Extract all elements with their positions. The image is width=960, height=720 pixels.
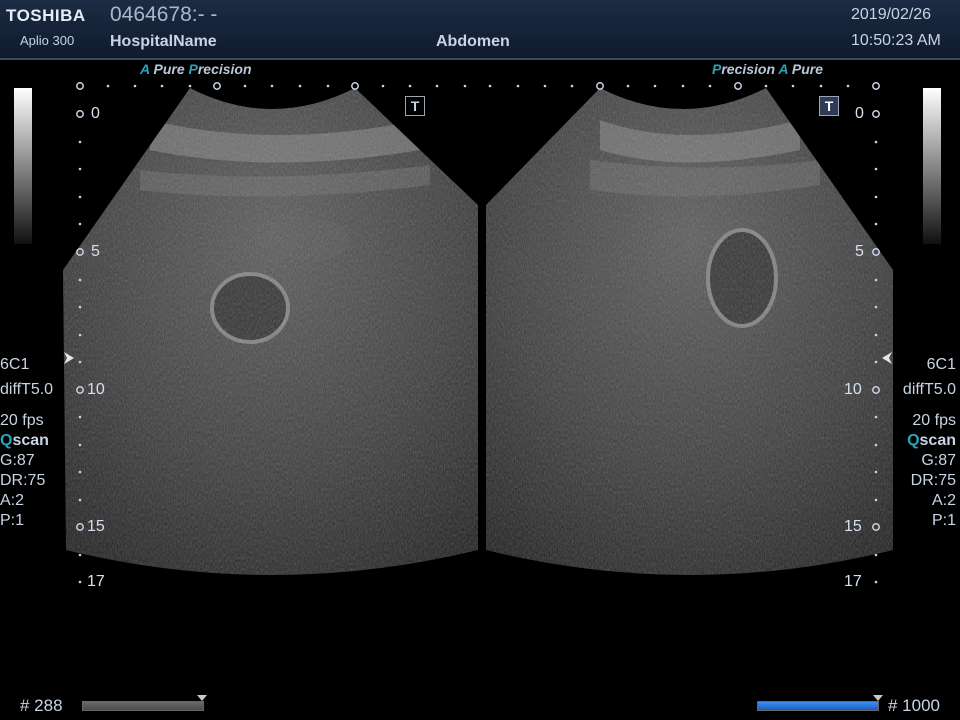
top-markers (76, 82, 880, 90)
right-cine-slider[interactable] (757, 701, 879, 711)
right-cine-marker[interactable] (873, 695, 883, 701)
logo-precision: recision (721, 61, 776, 77)
right-depth-15: 15 (844, 518, 862, 535)
dr-label: DR:75 (910, 472, 956, 489)
ultrasound-display: A Pure Precision Precision A Pure T T 0 … (0, 60, 960, 660)
logo-a: A (140, 61, 150, 77)
logo-a: A (778, 61, 789, 77)
ultrasound-images (63, 82, 893, 584)
left-depth-10: 10 (87, 381, 105, 398)
dr-label: DR:75 (0, 472, 46, 489)
left-depth-0: 0 (91, 105, 100, 122)
mode-label: diffT5.0 (902, 381, 956, 398)
left-parameters: 6C1 diffT5.0 20 fps Qscan G:87 DR:75 A:2… (0, 355, 53, 531)
left-ultrasound-image (63, 88, 478, 575)
qscan-label: Qscan (907, 432, 956, 449)
model-name: Aplio 300 (20, 33, 75, 48)
logo-precision: recision (197, 61, 252, 77)
left-depth-5: 5 (91, 243, 100, 260)
left-cine-fill (83, 702, 203, 710)
probe-label: 6C1 (926, 356, 956, 373)
logo-p: P (712, 61, 722, 77)
right-grayscale-bar (923, 88, 941, 244)
probe-label: 6C1 (0, 356, 30, 373)
left-depth-17: 17 (87, 573, 105, 590)
left-grayscale-bar (14, 88, 32, 244)
p-label: P:1 (0, 512, 25, 529)
p-label: P:1 (931, 512, 956, 529)
brand-logo: TOSHIBA (6, 6, 86, 25)
hospital-name: HospitalName (110, 33, 217, 50)
right-ultrasound-image (486, 88, 893, 575)
right-logo: Precision A Pure (712, 61, 823, 77)
qscan-label: Qscan (0, 432, 49, 449)
fps-label: 20 fps (0, 412, 44, 429)
a-label: A:2 (0, 492, 25, 509)
a-label: A:2 (931, 492, 956, 509)
mode-label: diffT5.0 (0, 381, 54, 398)
left-cine-marker[interactable] (197, 695, 207, 701)
right-depth-5: 5 (855, 243, 864, 260)
logo-pure: Pure (791, 61, 824, 77)
left-depth-15: 15 (87, 518, 105, 535)
right-depth-17: 17 (844, 573, 862, 590)
right-depth-0: 0 (855, 105, 864, 122)
logo-p: P (188, 61, 198, 77)
exam-time: 10:50:23 AM (851, 32, 941, 49)
left-frame-counter: # 288 (20, 696, 63, 715)
right-depth-10: 10 (844, 381, 862, 398)
left-logo: A Pure Precision (140, 61, 252, 77)
gain-label: G:87 (0, 452, 35, 469)
exam-preset: Abdomen (436, 33, 510, 50)
fps-label: 20 fps (912, 412, 956, 429)
logo-pure: Pure (153, 61, 185, 77)
left-t-button[interactable]: T (405, 96, 425, 116)
right-parameters: 6C1 diffT5.0 20 fps Qscan G:87 DR:75 A:2… (903, 355, 956, 531)
right-cine-fill (758, 702, 878, 710)
left-cine-slider[interactable] (82, 701, 204, 711)
right-t-button[interactable]: T (819, 96, 839, 116)
header-bar: TOSHIBA Aplio 300 0464678:- - HospitalNa… (0, 0, 960, 60)
exam-date: 2019/02/26 (851, 6, 932, 23)
right-frame-counter: # 1000 (888, 696, 940, 715)
gain-label: G:87 (921, 452, 956, 469)
patient-id: 0464678:- - (110, 3, 218, 26)
